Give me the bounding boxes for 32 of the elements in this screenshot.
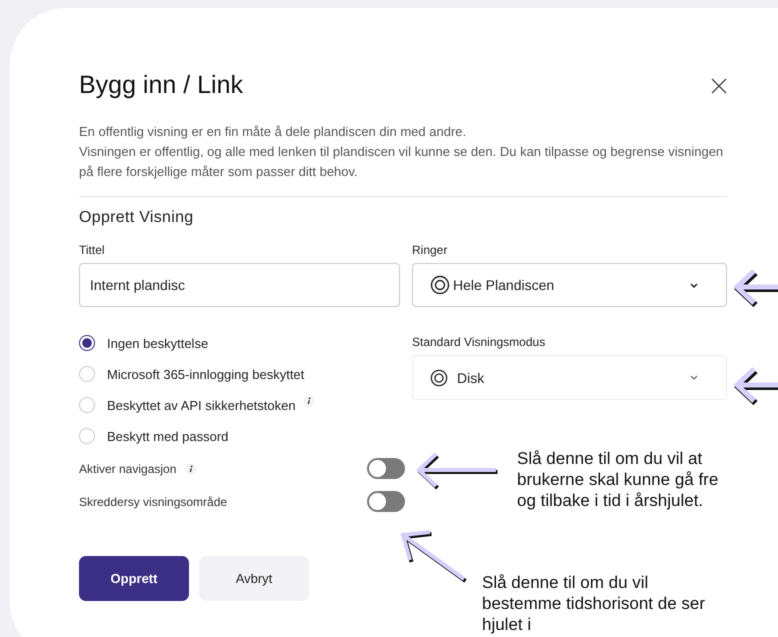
field-label: Tittel	[79, 243, 105, 257]
dialog-title: Bygg inn / Link	[79, 71, 243, 100]
section-title: Opprett Visning	[79, 209, 194, 227]
description-text: En offentlig visning er en fin måte å dele plandiscen din med andre.	[79, 123, 468, 141]
toggle-label: Skreddersy visningsområde	[79, 494, 228, 508]
close-icon[interactable]	[711, 78, 727, 94]
title-input-field[interactable]: Internt plandisc	[79, 263, 400, 307]
rings-icon	[430, 368, 448, 386]
info-icon[interactable]	[185, 462, 198, 474]
radio-label: Beskyttet av API sikkerhetstoken	[107, 398, 296, 412]
rings-icon	[430, 275, 450, 295]
cancel-button[interactable]: Avbryt	[199, 556, 309, 601]
pointer-arrow	[732, 266, 778, 310]
info-icon[interactable]	[302, 395, 315, 407]
view-mode-dropdown[interactable]: Disk	[412, 355, 727, 400]
annotation-text: Slå denne til om du vil at brukerne skal kunne gå fre og tilbake i tid i årshjulet.	[517, 448, 718, 511]
radio-label: Microsoft 365-innlogging beskyttet	[107, 366, 304, 382]
toggle-label: Aktiver navigasjon	[79, 462, 176, 476]
description-text: Visningen er offentlig, og alle med lenken til plandiscen vil kunne se den. Du kan tilpasse og begrense visningen på flere forskjellige måter som passer ditt behov.	[79, 143, 724, 181]
chevron-down-icon	[690, 282, 698, 288]
pointer-arrow	[732, 364, 778, 408]
field-label: Standard Visningsmodus	[412, 335, 546, 349]
field-label: Ringer	[412, 243, 448, 257]
toggle-switch[interactable]	[367, 491, 405, 512]
radio-button[interactable]	[79, 335, 95, 351]
toggle-switch[interactable]	[367, 458, 405, 479]
rings-dropdown[interactable]: Hele Plandiscen	[412, 263, 727, 307]
radio-label: Ingen beskyttelse	[107, 336, 208, 350]
radio-label: Beskytt med passord	[107, 428, 228, 444]
create-button[interactable]: Opprett	[79, 556, 189, 601]
chevron-down-icon	[690, 375, 698, 380]
annotation-text: Slå denne til om du vil bestemme tidshorisont de ser hjulet i	[482, 572, 705, 635]
